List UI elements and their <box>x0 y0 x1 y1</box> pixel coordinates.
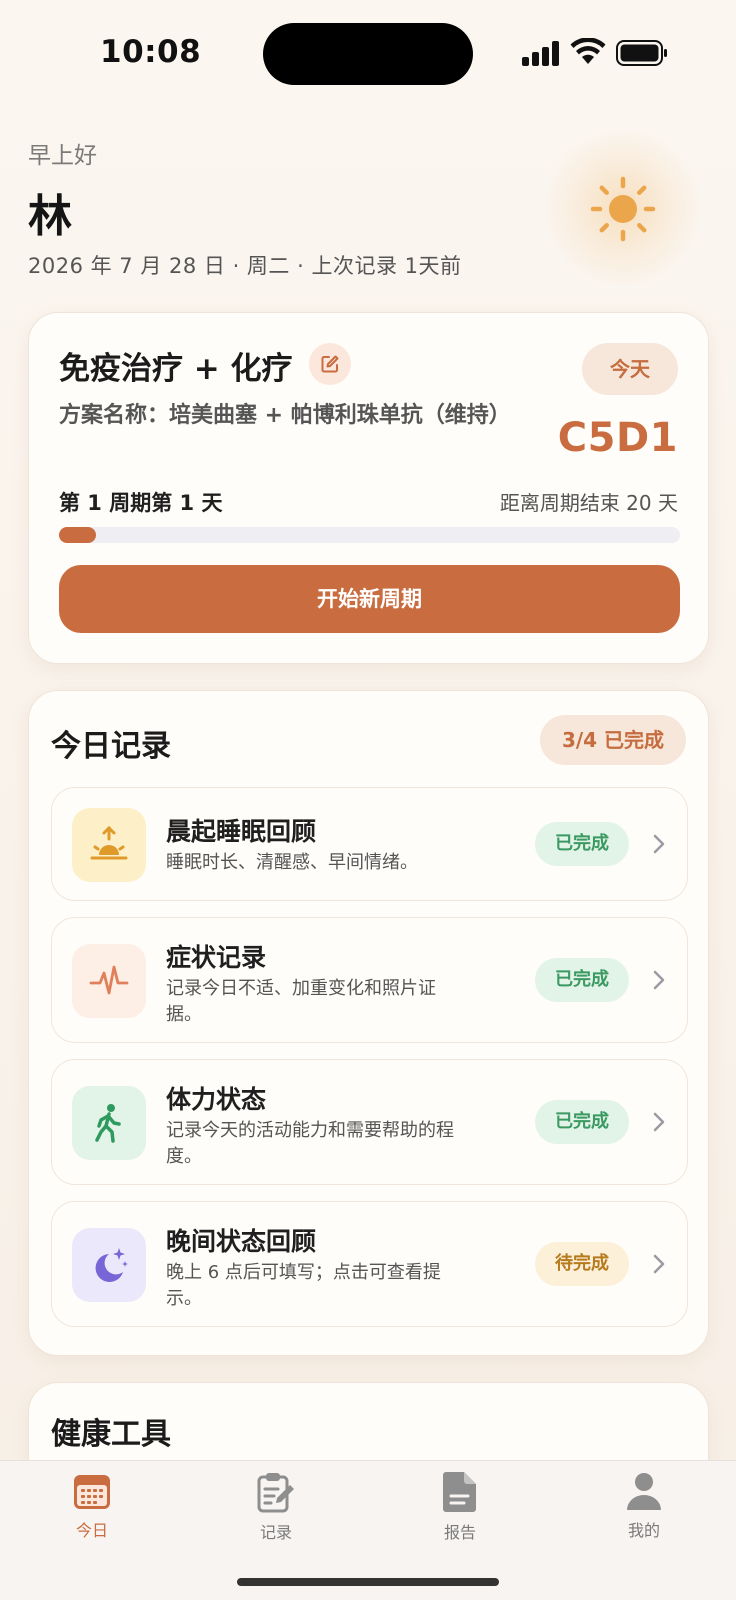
clipboard-edit-icon <box>257 1473 294 1513</box>
sun-icon <box>590 176 656 242</box>
record-item-desc: 记录今日不适、加重变化和照片证据。 <box>166 978 436 1025</box>
chevron-right-icon <box>653 970 665 990</box>
walking-icon <box>95 1104 121 1143</box>
date-line: 2026 年 7 月 28 日 · 周二 · 上次记录 1天前 <box>28 254 462 278</box>
status-badge: 已完成 <box>535 822 629 866</box>
record-item-desc: 睡眠时长、清醒感、早间情绪。 <box>166 852 418 873</box>
record-item-evening[interactable]: 晚间状态回顾 晚上 6 点后可填写；点击可查看提示。 待完成 <box>51 1201 688 1327</box>
tab-today[interactable]: 今日 <box>32 1471 152 1561</box>
walking-icon-tile <box>72 1086 146 1160</box>
status-badge: 待完成 <box>535 1242 629 1286</box>
record-item-title: 晚间状态回顾 <box>166 1227 317 1256</box>
cycle-progress-fill <box>59 527 97 543</box>
record-item-title: 体力状态 <box>166 1085 267 1114</box>
wifi-icon <box>570 38 606 64</box>
treatment-plan-card: 免疫治疗 + 化疗 今天 方案名称：培美曲塞 + 帕博利珠单抗（维持） C5D1… <box>28 312 709 664</box>
chevron-right-icon <box>653 834 665 854</box>
cycle-day-label: 第 1 周期第 1 天 <box>59 491 223 515</box>
record-item-desc: 记录今天的活动能力和需要帮助的程度。 <box>166 1120 454 1167</box>
moon-stars-icon-tile <box>72 1228 146 1302</box>
tab-records[interactable]: 记录 <box>216 1471 336 1561</box>
dynamic-island <box>263 23 473 85</box>
tab-label: 记录 <box>259 1523 292 1542</box>
edit-icon <box>321 355 339 373</box>
status-bar: 10:08 <box>0 0 736 100</box>
home-indicator[interactable] <box>237 1578 499 1586</box>
record-item-energy[interactable]: 体力状态 记录今天的活动能力和需要帮助的程度。 已完成 <box>51 1059 688 1185</box>
today-badge: 今天 <box>582 343 678 395</box>
moon-stars-icon <box>95 1248 128 1282</box>
edit-plan-button[interactable] <box>309 343 351 385</box>
record-item-title: 晨起睡眠回顾 <box>166 817 317 846</box>
pulse-icon-tile <box>72 944 146 1018</box>
record-item-desc: 晚上 6 点后可填写；点击可查看提示。 <box>166 1262 441 1309</box>
tab-label: 我的 <box>627 1521 660 1540</box>
completion-badge: 3/4 已完成 <box>540 715 686 765</box>
cellular-signal-icon <box>522 40 560 66</box>
pulse-icon <box>89 965 129 995</box>
today-records-card: 今日记录 3/4 已完成 晨起睡眠回顾 睡眠时长、清醒感、早间情绪。 已完成 症… <box>28 690 709 1356</box>
start-new-cycle-button[interactable]: 开始新周期 <box>59 565 680 633</box>
calendar-icon <box>74 1475 110 1509</box>
record-item-symptoms[interactable]: 症状记录 记录今日不适、加重变化和照片证据。 已完成 <box>51 917 688 1043</box>
status-badge: 已完成 <box>535 958 629 1002</box>
today-screen: 10:08 早上好 林 2026 年 7 月 28 日 · 周二 · 上次记录 … <box>0 0 736 1600</box>
tab-label: 今日 <box>75 1521 108 1540</box>
sunrise-icon-tile <box>72 808 146 882</box>
battery-icon <box>616 40 667 66</box>
status-time: 10:08 <box>100 34 202 70</box>
health-tools-title: 健康工具 <box>51 1417 171 1452</box>
user-name: 林 <box>28 191 72 242</box>
record-item-morning-sleep[interactable]: 晨起睡眠回顾 睡眠时长、清醒感、早间情绪。 已完成 <box>51 787 688 901</box>
cycle-code: C5D1 <box>557 415 678 461</box>
chevron-right-icon <box>653 1112 665 1132</box>
greeting-salutation: 早上好 <box>28 143 97 169</box>
sunrise-icon <box>90 825 128 860</box>
record-item-title: 症状记录 <box>166 943 267 972</box>
plan-title: 免疫治疗 + 化疗 <box>59 351 293 387</box>
tab-profile[interactable]: 我的 <box>584 1471 704 1561</box>
chevron-right-icon <box>653 1254 665 1274</box>
today-records-title: 今日记录 <box>51 729 171 764</box>
tab-label: 报告 <box>443 1523 476 1542</box>
cycle-progress-bar <box>59 527 680 543</box>
plan-name: 方案名称：培美曲塞 + 帕博利珠单抗（维持） <box>59 403 511 428</box>
tab-reports[interactable]: 报告 <box>400 1471 520 1561</box>
document-icon <box>443 1472 476 1512</box>
person-icon <box>627 1473 661 1510</box>
cycle-days-left: 距离周期结束 20 天 <box>499 491 678 515</box>
status-badge: 已完成 <box>535 1100 629 1144</box>
